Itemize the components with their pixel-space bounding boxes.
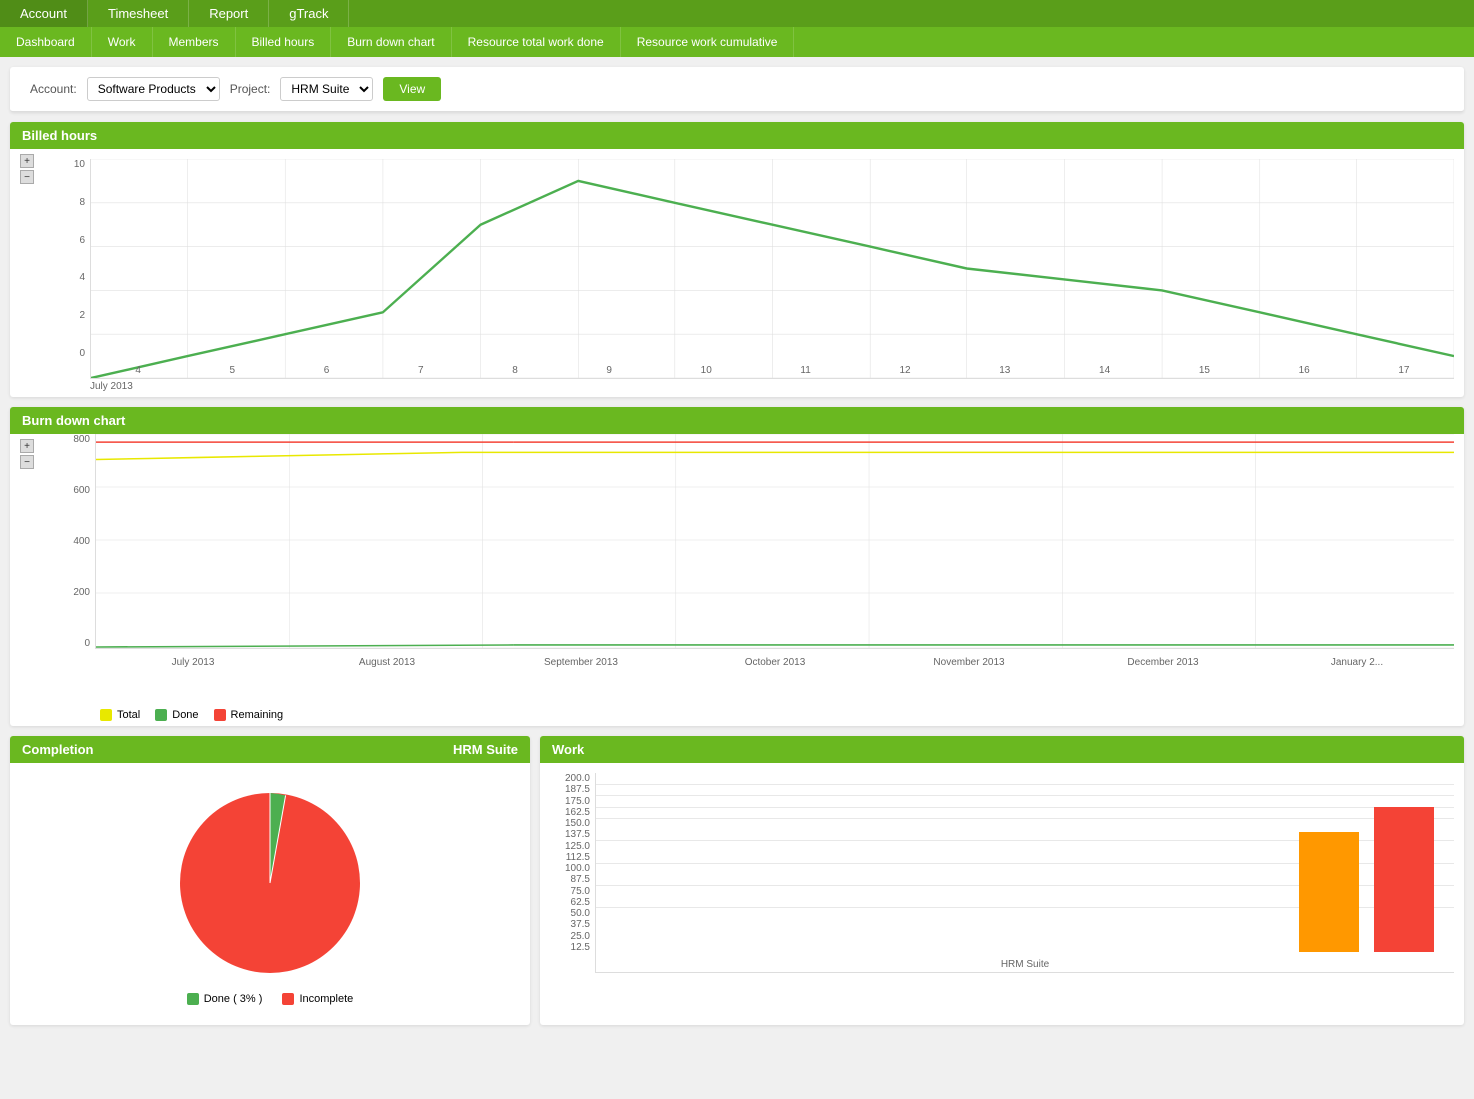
project-select[interactable]: HRM Suite (280, 77, 373, 101)
bottom-row: Completion HRM Suite Done ( 3% ) (10, 736, 1464, 1025)
bar-orange (1299, 832, 1359, 952)
month-label: August 2013 (290, 657, 484, 668)
pie-legend: Done ( 3% ) Incomplete (187, 993, 354, 1005)
legend-total-label: Total (117, 709, 140, 721)
filter-bar: Account: Software Products Project: HRM … (10, 67, 1464, 112)
bar-plot: HRM Suite (595, 773, 1454, 973)
x-label: 11 (800, 365, 810, 376)
x-label: 10 (701, 365, 712, 376)
burndown-zoom-out[interactable]: − (20, 455, 34, 469)
subnav-resource-total[interactable]: Resource total work done (452, 27, 621, 57)
zoom-out-btn[interactable]: − (20, 170, 34, 184)
completion-title: Completion (22, 742, 94, 757)
legend-total: Total (100, 709, 140, 721)
subnav-billed-hours[interactable]: Billed hours (236, 27, 332, 57)
month-label: January 2... (1260, 657, 1454, 668)
nav-gtrack[interactable]: gTrack (269, 0, 349, 27)
work-x-label: HRM Suite (596, 959, 1454, 970)
bar-red (1374, 807, 1434, 952)
bar-red-rect (1374, 807, 1434, 952)
legend-done-label: Done (172, 709, 198, 721)
completion-chart: Completion HRM Suite Done ( 3% ) (10, 736, 530, 1025)
month-label: July 2013 (96, 657, 290, 668)
month-label: December 2013 (1066, 657, 1260, 668)
legend-remaining-label: Remaining (231, 709, 284, 721)
x-label: 16 (1299, 365, 1310, 376)
x-label: 17 (1398, 365, 1409, 376)
burndown-y-axis: 800 600 400 200 0 (50, 434, 95, 649)
x-label: 6 (324, 365, 330, 376)
sub-nav: Dashboard Work Members Billed hours Burn… (0, 27, 1474, 57)
burndown-zoom-in[interactable]: + (20, 439, 34, 453)
nav-timesheet[interactable]: Timesheet (88, 0, 189, 27)
subnav-members[interactable]: Members (153, 27, 236, 57)
billed-hours-chart: Billed hours + − 10 8 6 4 2 0 (10, 122, 1464, 397)
work-y-axis: 200.0 187.5 175.0 162.5 150.0 137.5 125.… (550, 773, 595, 973)
view-button[interactable]: View (383, 77, 441, 101)
bar-orange-rect (1299, 832, 1359, 952)
burndown-legend: Total Done Remaining (90, 704, 1454, 726)
billed-y-axis: 10 8 6 4 2 0 (50, 159, 90, 379)
pie-area: Done ( 3% ) Incomplete (10, 763, 530, 1025)
nav-report[interactable]: Report (189, 0, 269, 27)
pie-chart (170, 783, 370, 983)
work-title: Work (540, 736, 1464, 763)
subnav-burn-down-chart[interactable]: Burn down chart (331, 27, 451, 57)
subnav-work[interactable]: Work (92, 27, 153, 57)
x-label: 5 (230, 365, 236, 376)
legend-remaining-dot (214, 709, 226, 721)
incomplete-pie-dot (282, 993, 294, 1005)
account-select[interactable]: Software Products (87, 77, 220, 101)
completion-header: Completion HRM Suite (10, 736, 530, 763)
legend-done: Done (155, 709, 198, 721)
zoom-in-btn[interactable]: + (20, 154, 34, 168)
done-pie-label: Done ( 3% ) (204, 993, 263, 1005)
x-label: 7 (418, 365, 424, 376)
bar-chart-area: 200.0 187.5 175.0 162.5 150.0 137.5 125.… (550, 773, 1454, 973)
x-label: 4 (135, 365, 141, 376)
legend-done-dot (155, 709, 167, 721)
work-chart-body: 200.0 187.5 175.0 162.5 150.0 137.5 125.… (540, 763, 1464, 983)
work-chart: Work 200.0 187.5 175.0 162.5 150.0 137.5… (540, 736, 1464, 1025)
x-label: 14 (1099, 365, 1110, 376)
legend-total-dot (100, 709, 112, 721)
month-label: September 2013 (484, 657, 678, 668)
month-label: October 2013 (678, 657, 872, 668)
month-label: November 2013 (872, 657, 1066, 668)
x-label: 8 (512, 365, 518, 376)
subnav-resource-cumulative[interactable]: Resource work cumulative (621, 27, 795, 57)
legend-remaining: Remaining (214, 709, 284, 721)
nav-account[interactable]: Account (0, 0, 88, 27)
burndown-plot: July 2013 August 2013 September 2013 Oct… (95, 434, 1454, 649)
incomplete-pie-label: Incomplete (299, 993, 353, 1005)
zoom-buttons: + − (20, 154, 34, 184)
project-label: Project: (230, 82, 271, 96)
done-pie-dot (187, 993, 199, 1005)
subnav-dashboard[interactable]: Dashboard (0, 27, 92, 57)
top-nav: Account Timesheet Report gTrack (0, 0, 1474, 27)
billed-hours-title: Billed hours (10, 122, 1464, 149)
burndown-zoom-buttons: + − (20, 439, 34, 469)
account-label: Account: (30, 82, 77, 96)
x-label: 15 (1199, 365, 1210, 376)
x-label: 13 (999, 365, 1010, 376)
billed-x-month: July 2013 (30, 381, 1454, 392)
legend-incomplete-pie: Incomplete (282, 993, 353, 1005)
billed-plot: 4 5 6 7 8 9 10 11 12 13 14 15 16 17 (90, 159, 1454, 379)
legend-done-pie: Done ( 3% ) (187, 993, 263, 1005)
x-label: 9 (606, 365, 612, 376)
burndown-chart: Burn down chart + − 800 600 400 200 0 (10, 407, 1464, 726)
x-label: 12 (899, 365, 910, 376)
burndown-title: Burn down chart (10, 407, 1464, 434)
completion-project: HRM Suite (453, 742, 518, 757)
